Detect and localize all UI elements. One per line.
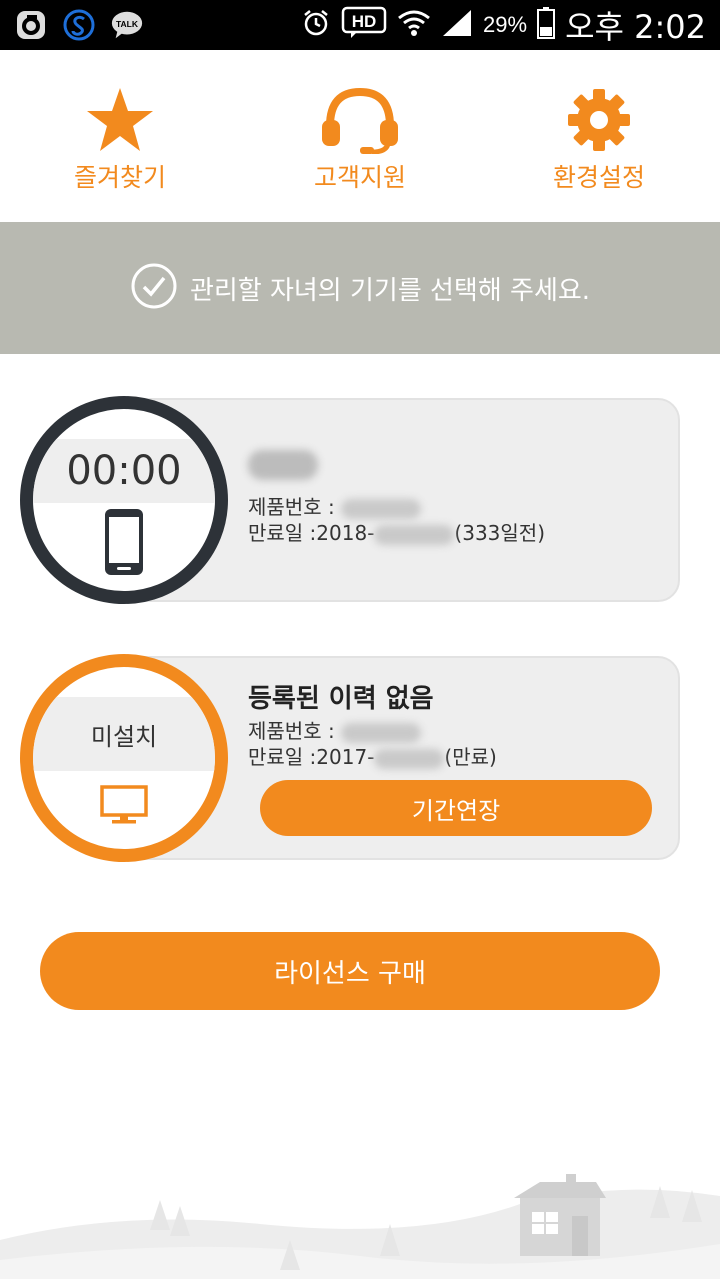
nav-support[interactable]: 고객지원 (280, 86, 440, 194)
product-number-label: 제품번호 : (248, 719, 335, 743)
expiry-label: 만료일 : (248, 745, 317, 769)
signal-icon (441, 8, 473, 42)
wifi-icon (397, 8, 431, 42)
clock: 오후 2:02 (565, 8, 706, 46)
usage-timer: 00:00 (33, 439, 215, 503)
expiry-status: (333일전) (454, 521, 546, 545)
expiry-status: (만료) (444, 745, 497, 769)
expiry-value: 2018- (316, 521, 375, 545)
install-status: 미설치 (33, 697, 215, 771)
nav-label: 환경설정 (552, 163, 645, 192)
nav-settings[interactable]: 환경설정 (519, 86, 679, 194)
product-number-label: 제품번호 : (248, 495, 335, 519)
check-circle-icon (130, 262, 178, 314)
device-status-ring[interactable]: 00:00 (20, 396, 228, 604)
kakaotalk-icon: TALK (110, 8, 144, 42)
smartphone-icon (33, 507, 215, 577)
device-name: 등록된 이력 없음 (248, 684, 434, 714)
alarm-icon (301, 8, 331, 42)
expiry-value: 2017- (316, 745, 375, 769)
o-app-icon (14, 8, 48, 42)
nav-label: 즐겨찾기 (73, 163, 166, 192)
instruction-banner: 관리할 자녀의 기기를 선택해 주세요. (0, 222, 720, 354)
star-icon (40, 86, 200, 154)
product-number: 제품번호 : (248, 718, 548, 744)
nav-label: 고객지원 (313, 163, 406, 192)
device-name (248, 450, 318, 480)
hd-voice-icon: HD (341, 6, 387, 44)
top-nav: 즐겨찾기 고객지원 환경설정 (0, 50, 720, 222)
landscape-illustration (0, 1160, 720, 1279)
expiry-date: 만료일 :2018- (333일전) (248, 520, 568, 546)
product-number: 제품번호 : (248, 494, 548, 520)
extend-period-button[interactable]: 기간연장 (260, 780, 652, 836)
banner-text: 관리할 자녀의 기기를 선택해 주세요. (189, 275, 591, 306)
monitor-icon (33, 785, 215, 825)
s-app-icon (62, 8, 96, 42)
device-status-ring[interactable]: 미설치 (20, 654, 228, 862)
house-icon (514, 1174, 606, 1256)
gear-icon (519, 86, 679, 154)
battery-percent: 29% (483, 12, 528, 37)
expiry-label: 만료일 : (248, 521, 317, 545)
status-bar: TALK HD 29% 오후 2:02 (0, 0, 720, 50)
battery-icon (537, 7, 556, 43)
headset-icon (280, 86, 440, 154)
hd-label: HD (352, 12, 377, 31)
nav-favorites[interactable]: 즐겨찾기 (40, 86, 200, 194)
expiry-date: 만료일 :2017- (만료) (248, 744, 568, 770)
kakaotalk-label: TALK (116, 19, 139, 29)
buy-license-button[interactable]: 라이선스 구매 (40, 932, 660, 1010)
